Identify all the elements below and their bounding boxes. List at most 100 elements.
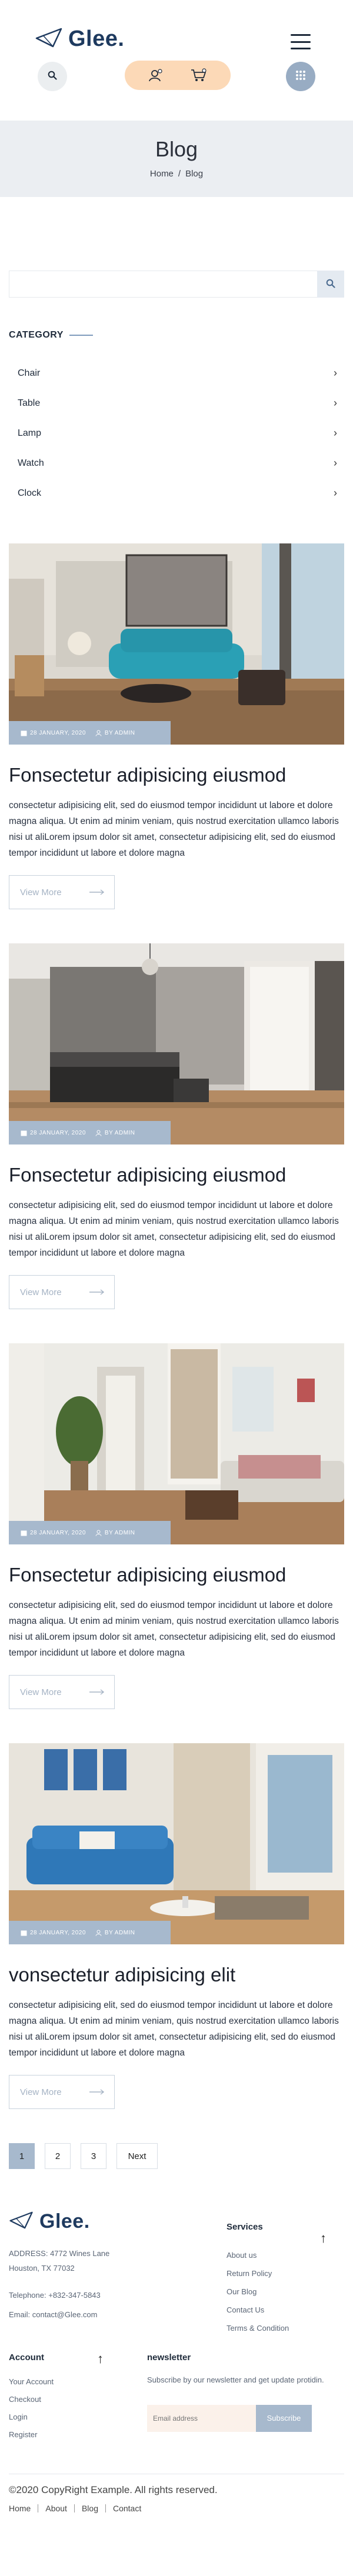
post-title[interactable]: Fonsectetur adipisicing eiusmod xyxy=(9,1163,344,1187)
post-excerpt: consectetur adipisicing elit, sed do eiu… xyxy=(9,800,339,858)
footer-nav-contact[interactable]: Contact xyxy=(105,2504,148,2513)
footer-address: ADDRESS: 4772 Wines Lane Houston, TX 770… xyxy=(9,2249,110,2273)
post-date-text: 28 JANUARY, 2020 xyxy=(30,1529,86,1536)
category-item-label: Table xyxy=(18,398,41,408)
next-page-button[interactable]: Next xyxy=(116,2143,158,2170)
footer-link[interactable]: Login xyxy=(9,2408,126,2426)
category-item-clock[interactable]: Clock › xyxy=(9,478,344,508)
user-icon xyxy=(95,1130,102,1136)
post-date: 28 JANUARY, 2020 xyxy=(21,1530,86,1536)
footer-link[interactable]: Return Policy xyxy=(227,2264,344,2283)
blog-post: 28 JANUARY, 2020 BY ADMIN Fonsectetur ad… xyxy=(9,1343,344,1710)
search-toggle-button[interactable] xyxy=(38,62,67,91)
footer-link[interactable]: Contact Us xyxy=(227,2301,344,2319)
user-cart-pill xyxy=(125,61,231,90)
post-image[interactable]: 28 JANUARY, 2020 BY ADMIN xyxy=(9,943,344,1145)
post-meta: 28 JANUARY, 2020 BY ADMIN xyxy=(9,1921,171,1945)
arrow-right-icon xyxy=(89,1287,105,1297)
post-meta: 28 JANUARY, 2020 BY ADMIN xyxy=(9,1521,171,1545)
view-more-button[interactable]: View More xyxy=(9,1275,115,1310)
blog-post: 28 JANUARY, 2020 BY ADMIN vonsectetur ad… xyxy=(9,1743,344,2110)
footer-nav-about[interactable]: About xyxy=(38,2504,74,2513)
post-excerpt: consectetur adipisicing elit, sed do eiu… xyxy=(9,1600,339,1659)
apps-grid-button[interactable] xyxy=(286,62,315,91)
footer-nav-home[interactable]: Home xyxy=(9,2504,38,2512)
post-author: BY ADMIN xyxy=(95,1130,135,1136)
arrow-right-icon xyxy=(89,1687,105,1697)
arrow-up-icon[interactable]: ↑ xyxy=(320,2231,327,2246)
footer-services: Services ↑ About us Return Policy Our Bl… xyxy=(227,2222,344,2337)
footer-link[interactable]: Register xyxy=(9,2426,126,2444)
post-title[interactable]: vonsectetur adipisicing elit xyxy=(9,1963,344,1987)
footer-account-title: Account xyxy=(9,2353,44,2363)
footer-bottom-nav: Home About Blog Contact xyxy=(9,2504,148,2513)
cart-icon[interactable] xyxy=(191,68,207,82)
newsletter-form: Subscribe xyxy=(147,2404,341,2432)
view-more-label: View More xyxy=(20,2087,62,2097)
arrow-up-icon[interactable]: ↑ xyxy=(97,2351,104,2367)
category-item-label: Lamp xyxy=(18,428,42,438)
menu-icon[interactable] xyxy=(291,34,311,49)
post-date-text: 28 JANUARY, 2020 xyxy=(30,1129,86,1136)
footer-nav-blog[interactable]: Blog xyxy=(74,2504,105,2513)
page-button-1[interactable]: 1 xyxy=(9,2143,35,2170)
page-banner: Blog Home / Blog xyxy=(0,121,353,197)
view-more-button[interactable]: View More xyxy=(9,875,115,910)
user-icon[interactable] xyxy=(148,68,164,82)
site-footer: Glee. ADDRESS: 4772 Wines Lane Houston, … xyxy=(0,2210,353,2540)
view-more-button[interactable]: View More xyxy=(9,2075,115,2110)
post-author-text: BY ADMIN xyxy=(104,1929,135,1936)
footer-logo-text: Glee. xyxy=(39,2210,90,2233)
footer-link[interactable]: Our Blog xyxy=(227,2283,344,2301)
chevron-right-icon: › xyxy=(334,427,337,439)
footer-link[interactable]: About us xyxy=(227,2246,344,2264)
page-button-2[interactable]: 2 xyxy=(45,2143,71,2170)
footer-account: Account Your Account Checkout Login Regi… xyxy=(9,2353,126,2444)
post-date: 28 JANUARY, 2020 xyxy=(21,1130,86,1136)
post-title[interactable]: Fonsectetur adipisicing eiusmod xyxy=(9,763,344,787)
view-more-label: View More xyxy=(20,1687,62,1697)
breadcrumb-current: Blog xyxy=(185,169,204,179)
search-button[interactable] xyxy=(317,271,344,298)
blog-post: 28 JANUARY, 2020 BY ADMIN Fonsectetur ad… xyxy=(9,543,344,910)
category-item-chair[interactable]: Chair › xyxy=(9,358,344,388)
footer-logo[interactable]: Glee. xyxy=(9,2210,90,2233)
footer-phone: Telephone: +832-347-5843 xyxy=(9,2291,101,2300)
page-button-3[interactable]: 3 xyxy=(81,2143,106,2170)
post-image[interactable]: 28 JANUARY, 2020 BY ADMIN xyxy=(9,543,344,745)
category-item-lamp[interactable]: Lamp › xyxy=(9,418,344,448)
breadcrumb-home-link[interactable]: Home xyxy=(150,169,174,179)
post-excerpt: consectetur adipisicing elit, sed do eiu… xyxy=(9,2000,339,2058)
footer-services-title: Services xyxy=(227,2222,263,2233)
calendar-icon xyxy=(21,1130,27,1136)
newsletter-email-input[interactable] xyxy=(147,2404,256,2432)
post-image[interactable]: 28 JANUARY, 2020 BY ADMIN xyxy=(9,1343,344,1545)
footer-link[interactable]: Terms & Condition xyxy=(227,2319,344,2337)
post-title[interactable]: Fonsectetur adipisicing eiusmod xyxy=(9,1563,344,1587)
post-author-text: BY ADMIN xyxy=(104,1129,135,1136)
footer-link[interactable]: Your Account xyxy=(9,2373,126,2391)
post-date: 28 JANUARY, 2020 xyxy=(21,730,86,736)
search-input[interactable] xyxy=(9,271,317,298)
subscribe-button[interactable]: Subscribe xyxy=(256,2404,312,2432)
user-icon xyxy=(95,1930,102,1936)
chevron-right-icon: › xyxy=(334,487,337,499)
search-icon xyxy=(326,279,335,290)
view-more-button[interactable]: View More xyxy=(9,1675,115,1710)
footer-email: Email: contact@Glee.com xyxy=(9,2310,98,2320)
search-icon xyxy=(48,71,57,83)
view-more-label: View More xyxy=(20,1287,62,1297)
grid-icon xyxy=(295,70,306,84)
breadcrumb: Home / Blog xyxy=(0,169,353,179)
blog-search xyxy=(9,271,344,298)
post-date: 28 JANUARY, 2020 xyxy=(21,1930,86,1936)
post-author: BY ADMIN xyxy=(95,1530,135,1536)
post-excerpt: consectetur adipisicing elit, sed do eiu… xyxy=(9,1200,339,1259)
logo[interactable]: Glee. xyxy=(35,26,124,52)
post-image[interactable]: 28 JANUARY, 2020 BY ADMIN xyxy=(9,1743,344,1945)
user-icon xyxy=(95,1530,102,1536)
category-item-table[interactable]: Table › xyxy=(9,388,344,418)
newsletter-title: newsletter xyxy=(147,2353,191,2363)
footer-link[interactable]: Checkout xyxy=(9,2391,126,2408)
category-item-watch[interactable]: Watch › xyxy=(9,448,344,478)
